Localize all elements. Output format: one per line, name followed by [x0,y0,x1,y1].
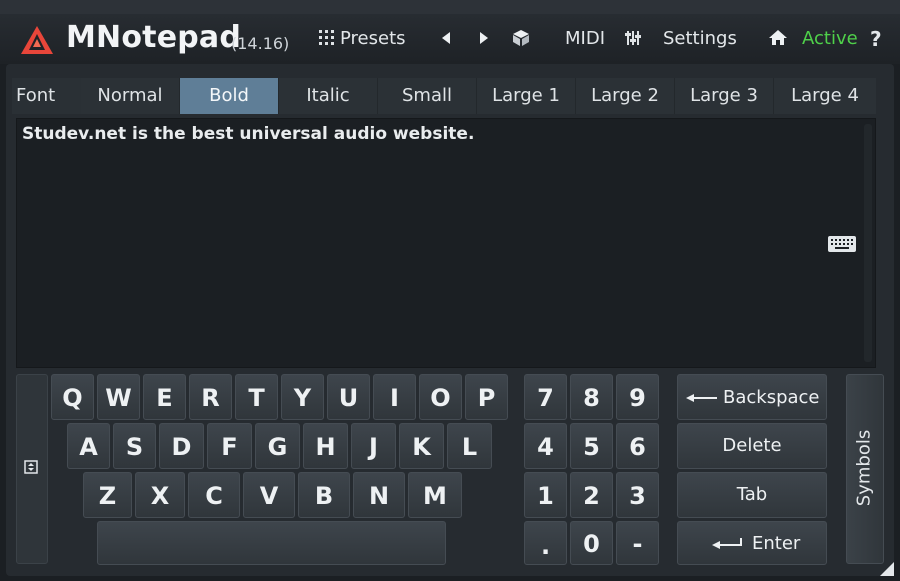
editor-text: Studev.net is the best universal audio w… [22,124,475,144]
expand-collapse-icon [24,460,38,474]
key-x[interactable]: X [135,472,185,518]
font-label: Font [16,85,56,106]
home-icon[interactable] [767,27,789,49]
key-6[interactable]: 6 [616,423,659,469]
editor-scrollbar[interactable] [864,124,872,362]
key-0[interactable]: 0 [570,521,613,565]
key-z[interactable]: Z [83,472,132,518]
symbols-label: Symbols [853,429,875,507]
settings-sliders-icon[interactable] [622,27,644,49]
previous-preset-icon[interactable] [436,27,458,49]
midi-button[interactable]: MIDI [565,28,605,50]
text-editor[interactable] [16,118,876,368]
key-a[interactable]: A [67,423,110,469]
key-q[interactable]: Q [51,374,94,420]
font-option-small[interactable]: Small [378,78,477,114]
key-l[interactable]: L [447,423,492,469]
key-f[interactable]: F [207,423,252,469]
space-bar[interactable] [97,521,446,565]
backspace-arrow-icon [686,394,717,402]
backspace-key[interactable]: Backspace [677,374,827,420]
key-1[interactable]: 1 [524,472,567,518]
key-w[interactable]: W [97,374,140,420]
key-3[interactable]: 3 [616,472,659,518]
key-minus[interactable]: - [616,521,659,565]
delete-key[interactable]: Delete [677,423,827,469]
key-9[interactable]: 9 [616,374,659,420]
active-toggle[interactable]: Active [802,28,858,50]
font-option-bold[interactable]: Bold [180,78,279,114]
random-dice-icon[interactable] [510,27,532,49]
presets-button[interactable]: Presets [340,28,406,50]
font-option-normal[interactable]: Normal [81,78,180,114]
key-m[interactable]: M [408,472,462,518]
key-n[interactable]: N [353,472,405,518]
key-7[interactable]: 7 [524,374,567,420]
enter-return-icon [712,538,742,549]
key-4[interactable]: 4 [524,423,567,469]
key-k[interactable]: K [399,423,444,469]
key-d[interactable]: D [159,423,204,469]
key-g[interactable]: G [255,423,300,469]
key-u[interactable]: U [327,374,370,420]
key-v[interactable]: V [243,472,295,518]
key-h[interactable]: H [303,423,348,469]
help-button[interactable]: ? [870,28,882,50]
presets-grid-icon[interactable] [318,29,336,47]
tab-key[interactable]: Tab [677,472,827,518]
key-t[interactable]: T [235,374,278,420]
font-option-large-3[interactable]: Large 3 [675,78,774,114]
header-topline [0,0,900,14]
key-s[interactable]: S [113,423,156,469]
app-title: MNotepad [66,20,242,55]
resize-corner-icon[interactable] [876,558,894,576]
settings-button[interactable]: Settings [663,28,737,50]
key-2[interactable]: 2 [570,472,613,518]
key-c[interactable]: C [188,472,240,518]
enter-label: Enter [752,533,801,554]
m-logo-icon [21,26,53,54]
next-preset-icon[interactable] [472,27,494,49]
key-5[interactable]: 5 [570,423,613,469]
enter-key[interactable]: Enter [677,521,827,565]
keyboard-icon[interactable] [827,235,857,253]
key-8[interactable]: 8 [570,374,613,420]
key-y[interactable]: Y [281,374,324,420]
key-j[interactable]: J [351,423,396,469]
font-option-large-1[interactable]: Large 1 [477,78,576,114]
backspace-label: Backspace [723,387,820,408]
key-period[interactable]: . [524,521,567,565]
key-i[interactable]: I [373,374,416,420]
key-r[interactable]: R [189,374,232,420]
key-b[interactable]: B [298,472,350,518]
font-option-large-4[interactable]: Large 4 [774,78,876,114]
key-e[interactable]: E [143,374,186,420]
font-option-italic[interactable]: Italic [279,78,378,114]
key-p[interactable]: P [465,374,508,420]
key-o[interactable]: O [419,374,462,420]
font-option-large-2[interactable]: Large 2 [576,78,675,114]
app-version: (14.16) [231,34,290,53]
